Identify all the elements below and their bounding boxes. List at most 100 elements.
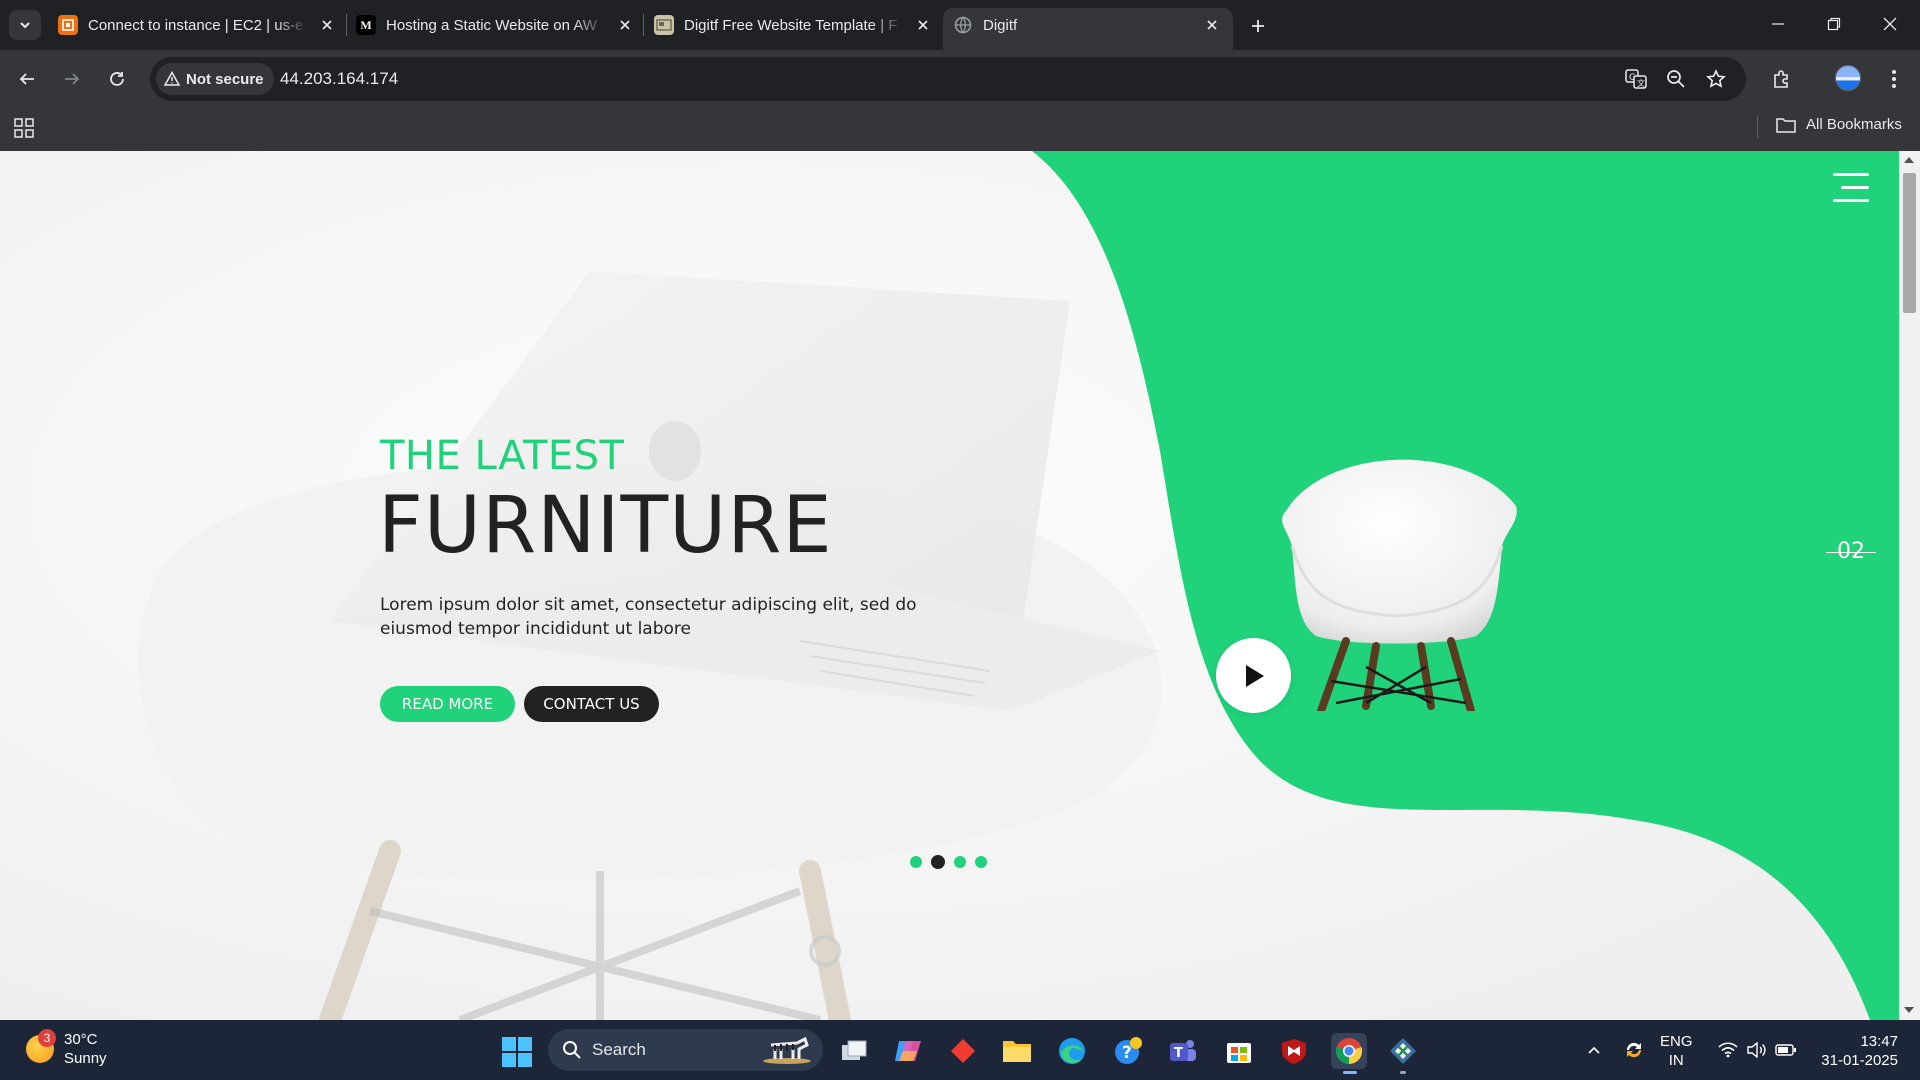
input-language[interactable]: ENG IN [1660, 1032, 1693, 1070]
mcafee-icon[interactable] [1276, 1033, 1312, 1069]
apps-grid-icon[interactable] [14, 118, 34, 143]
clock-time: 13:47 [1860, 1033, 1898, 1050]
sun-icon: 3 [26, 1029, 56, 1063]
address-bar[interactable]: Not secure 44.203.164.174 G文 [150, 57, 1746, 101]
warning-icon [164, 71, 180, 86]
plus-icon [1252, 20, 1264, 32]
page-scrollbar[interactable] [1899, 151, 1920, 1020]
security-label: Not secure [186, 70, 264, 88]
hamburger-line [1841, 186, 1869, 189]
snipping-tool-icon[interactable] [1385, 1033, 1421, 1074]
tab-template[interactable]: Digitf Free Website Template | F [654, 8, 934, 42]
reload-button[interactable] [101, 63, 133, 95]
bookmarks-separator [1757, 116, 1758, 138]
menu-toggle-button[interactable] [1833, 173, 1869, 203]
sync-icon[interactable] [1620, 1020, 1648, 1080]
page-viewport: 02 THE LATEST FURNITURE Lorem ipsum dolo… [0, 151, 1899, 1020]
scroll-thumb[interactable] [1903, 173, 1916, 313]
start-button[interactable] [502, 1037, 532, 1067]
slider-dot-active[interactable] [931, 855, 945, 869]
slider-dots [910, 855, 987, 869]
arrow-right-icon [65, 73, 80, 85]
tab-search-button[interactable] [9, 10, 41, 40]
clock-date: 31-01-2025 [1821, 1052, 1898, 1069]
puzzle-icon [1774, 70, 1788, 88]
active-app-indicator [1343, 1071, 1357, 1074]
close-icon[interactable] [1201, 14, 1223, 36]
forward-button[interactable] [56, 63, 88, 95]
hero-headline: FURNITURE [378, 481, 833, 571]
tab-ec2[interactable]: Connect to instance | EC2 | us-e [58, 8, 338, 42]
arrow-left-icon [19, 73, 34, 85]
read-more-button[interactable]: READ MORE [380, 686, 515, 722]
volume-icon[interactable] [1745, 1020, 1769, 1080]
wifi-icon[interactable] [1716, 1020, 1740, 1080]
slide-number: 02 [1826, 539, 1876, 564]
get-help-icon[interactable]: ? [1110, 1033, 1146, 1069]
window-close-button[interactable] [1862, 0, 1918, 48]
show-hidden-icons-button[interactable] [1582, 1020, 1606, 1080]
copilot-icon[interactable] [890, 1033, 926, 1069]
bookmarks-bar: All Bookmarks [0, 108, 1920, 151]
close-icon[interactable] [614, 14, 636, 36]
reload-icon [110, 72, 124, 86]
profile-avatar[interactable] [1835, 65, 1861, 91]
svg-text:T: T [1174, 1046, 1183, 1061]
windows-taskbar: 3 30°C Sunny Search ? T ENG IN 13:47 31-… [0, 1020, 1920, 1080]
tab-medium[interactable]: M Hosting a Static Website on AW [356, 8, 636, 42]
contact-us-button[interactable]: CONTACT US [524, 686, 659, 722]
slider-dot[interactable] [975, 856, 987, 868]
browser-menu-button[interactable] [1878, 63, 1910, 95]
minimize-icon [1772, 23, 1784, 25]
task-view-icon[interactable] [836, 1033, 872, 1069]
new-tab-button[interactable] [1244, 12, 1272, 40]
chair-image [1282, 459, 1517, 711]
url-text[interactable]: 44.203.164.174 [280, 69, 398, 89]
windows-logo-pane [518, 1037, 532, 1051]
back-button[interactable] [11, 63, 43, 95]
region-code: IN [1668, 1052, 1684, 1069]
windows-logo-pane [518, 1053, 532, 1067]
weather-widget[interactable]: 3 30°C Sunny [26, 1029, 107, 1068]
all-bookmarks-button[interactable]: All Bookmarks [1776, 116, 1902, 133]
slider-dot[interactable] [910, 856, 922, 868]
close-icon[interactable] [912, 14, 934, 36]
scroll-down-arrow[interactable] [1904, 1007, 1914, 1013]
zebra-icon [763, 1036, 811, 1064]
windows-logo-pane [502, 1053, 516, 1067]
teams-icon[interactable]: T [1165, 1033, 1201, 1069]
taskbar-search[interactable]: Search [548, 1029, 823, 1071]
system-clock[interactable]: 13:47 31-01-2025 [1810, 1032, 1898, 1070]
edge-icon[interactable] [1054, 1033, 1090, 1069]
site-security-chip[interactable]: Not secure [156, 63, 274, 95]
zoom-icon[interactable] [1664, 67, 1688, 91]
svg-text:?: ? [1122, 1043, 1132, 1063]
all-bookmarks-label: All Bookmarks [1806, 116, 1902, 133]
green-shape [1032, 151, 1899, 1020]
star-icon[interactable] [1704, 67, 1728, 91]
restore-button[interactable] [1806, 0, 1862, 48]
extensions-button[interactable] [1766, 63, 1798, 95]
file-explorer-icon[interactable] [999, 1033, 1035, 1069]
weather-temp: 30°C [64, 1031, 98, 1048]
anydesk-icon[interactable] [945, 1033, 981, 1069]
translate-icon[interactable]: G文 [1624, 67, 1648, 91]
scroll-up-arrow[interactable] [1904, 157, 1914, 163]
battery-icon[interactable] [1774, 1020, 1798, 1080]
restore-icon [1827, 17, 1841, 31]
svg-text:文: 文 [1637, 78, 1645, 88]
folder-icon [1776, 117, 1796, 133]
microsoft-store-icon[interactable] [1221, 1033, 1257, 1069]
hero-eyebrow: THE LATEST [380, 433, 625, 479]
aws-console-icon [58, 15, 78, 35]
tab-digitf[interactable]: Digitf [943, 8, 1233, 50]
hamburger-line [1833, 173, 1869, 176]
chrome-icon[interactable] [1331, 1033, 1367, 1074]
play-icon [1245, 664, 1264, 687]
tab-title: Digitf [983, 16, 1018, 34]
weather-desc: Sunny [64, 1050, 107, 1067]
tab-separator [643, 14, 644, 36]
slider-dot[interactable] [954, 856, 966, 868]
minimize-button[interactable] [1750, 0, 1806, 48]
close-icon[interactable] [316, 14, 338, 36]
